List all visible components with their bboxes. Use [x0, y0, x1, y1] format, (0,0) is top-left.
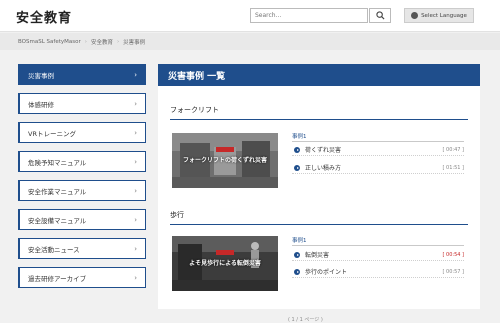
- globe-icon: [411, 12, 419, 19]
- pagination-text: ( 1 / 1 ページ ): [288, 317, 323, 323]
- video-link-row[interactable]: 正しい積み方 [ 01:51 ]: [292, 162, 464, 174]
- sidebar-item-hazard-manual[interactable]: 危険予知マニュアル ›: [18, 151, 146, 172]
- chevron-right-icon: ›: [134, 128, 137, 137]
- video-link-row[interactable]: 転倒災害 [ 00:54 ]: [292, 249, 464, 261]
- sidebar-item-label: 安全設備マニュアル: [28, 216, 87, 225]
- sidebar-item-label: VRトレーニング: [28, 129, 76, 138]
- section-heading-forklift: フォークリフト: [170, 105, 468, 120]
- video-link-label: 歩行のポイント: [305, 269, 348, 276]
- search-button[interactable]: [369, 8, 391, 23]
- site-header: 安全教育 Select Language: [0, 0, 500, 32]
- site-title[interactable]: 安全教育: [16, 7, 72, 26]
- video-link-row[interactable]: 荷くずれ災害 [ 00:47 ]: [292, 144, 464, 156]
- video-link-label: 正しい積み方: [305, 165, 342, 172]
- chevron-right-icon: ›: [134, 215, 137, 224]
- play-icon: [294, 164, 300, 171]
- search-icon: [375, 11, 385, 20]
- thumbnail-caption: フォークリフトの荷くずれ災害: [182, 157, 267, 164]
- chevron-right-icon: ›: [134, 244, 137, 253]
- breadcrumb-item-home[interactable]: BOSmaSL SafetyMasor: [18, 39, 81, 45]
- video-duration: [ 00:47 ]: [442, 146, 465, 153]
- video-duration: [ 00:57 ]: [442, 268, 465, 275]
- video-thumbnail-walking[interactable]: よそ見歩行による転倒災害: [172, 236, 278, 291]
- thumbnail-caption: よそ見歩行による転倒災害: [189, 260, 261, 267]
- language-select-label: Select Language: [421, 12, 467, 19]
- case-label: 事例1: [292, 134, 307, 140]
- video-link-row[interactable]: 歩行のポイント [ 00:57 ]: [292, 266, 464, 278]
- sidebar-item-safety-equipment-manual[interactable]: 安全設備マニュアル ›: [18, 209, 146, 230]
- thumbnail-tag: [216, 250, 234, 255]
- sidebar-item-safe-work-manual[interactable]: 安全作業マニュアル ›: [18, 180, 146, 201]
- sidebar-item-experience-training[interactable]: 体感研修 ›: [18, 93, 146, 114]
- chevron-right-icon: ›: [134, 99, 137, 108]
- play-icon: [294, 146, 300, 153]
- video-link-label: 荷くずれ災害: [305, 147, 342, 154]
- sidebar-item-label: 安全作業マニュアル: [28, 187, 87, 196]
- play-icon: [294, 268, 300, 275]
- chevron-right-icon: ›: [134, 157, 137, 166]
- main-content: 災害事例 一覧 フォークリフト フォークリフトの荷くずれ災害 事例1 荷くずれ災…: [158, 64, 480, 309]
- sidebar-item-disaster-cases[interactable]: 災害事例 ›: [18, 64, 146, 85]
- breadcrumb-item-safety-education[interactable]: 安全教育: [91, 38, 113, 46]
- divider: [292, 141, 464, 142]
- play-icon: [294, 251, 300, 258]
- video-link-label: 転倒災害: [305, 252, 330, 259]
- chevron-right-icon: ›: [134, 186, 137, 195]
- chevron-right-icon: ›: [84, 38, 87, 45]
- sidebar-item-label: 危険予知マニュアル: [28, 158, 87, 167]
- sidebar-item-archive[interactable]: 過去研修アーカイブ ›: [18, 267, 146, 288]
- language-select-button[interactable]: Select Language: [404, 8, 474, 23]
- sidebar-item-safety-news[interactable]: 安全活動ニュース ›: [18, 238, 146, 259]
- sidebar: 災害事例 › 体感研修 › VRトレーニング › 危険予知マニュアル › 安全作…: [18, 64, 146, 296]
- search-input[interactable]: [250, 8, 368, 23]
- divider: [292, 245, 464, 246]
- video-duration: [ 01:51 ]: [442, 164, 465, 171]
- page-title: 災害事例 一覧: [158, 64, 480, 86]
- sidebar-item-vr-training[interactable]: VRトレーニング ›: [18, 122, 146, 143]
- sidebar-item-label: 過去研修アーカイブ: [28, 274, 87, 283]
- breadcrumb-item-current: 災害事例: [123, 39, 146, 46]
- chevron-right-icon: ›: [116, 38, 120, 45]
- sidebar-item-label: 災害事例: [28, 71, 54, 80]
- chevron-right-icon: ›: [134, 273, 137, 282]
- case-label: 事例1: [292, 238, 307, 244]
- breadcrumb: BOSmaSL SafetyMasor › 安全教育 › 災害事例: [0, 33, 500, 50]
- thumbnail-tag: [216, 147, 234, 152]
- sidebar-item-label: 安全活動ニュース: [28, 245, 80, 254]
- video-duration: [ 00:54 ]: [442, 251, 465, 258]
- chevron-right-icon: ›: [134, 70, 137, 79]
- section-heading-walking: 歩行: [170, 210, 468, 225]
- sidebar-item-label: 体感研修: [28, 100, 54, 109]
- video-thumbnail-forklift[interactable]: フォークリフトの荷くずれ災害: [172, 133, 278, 188]
